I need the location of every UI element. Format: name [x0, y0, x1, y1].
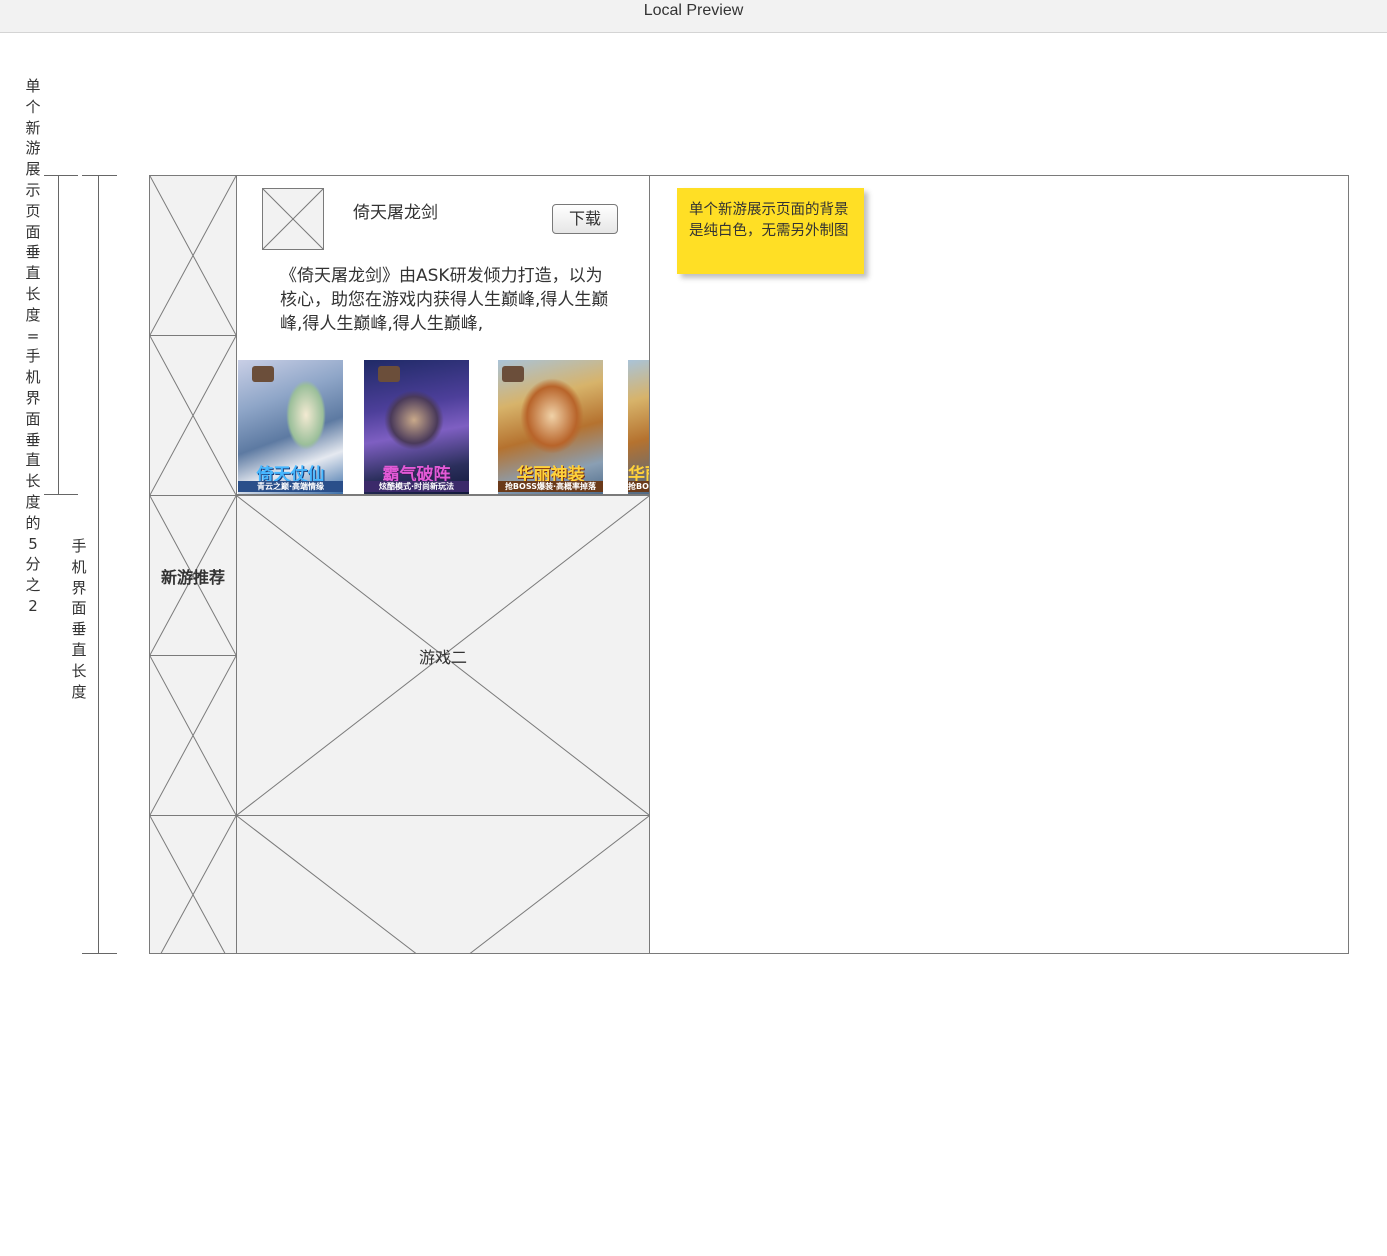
annotation-char: 机 — [25, 368, 41, 387]
annotation-char: 之 — [25, 576, 41, 595]
annotation-char: 度 — [25, 305, 41, 324]
annotation-char: 新 — [25, 118, 41, 137]
annotation-char: 面 — [25, 222, 41, 241]
side-image-placeholder — [149, 655, 237, 816]
annotation-char: 长 — [25, 284, 41, 303]
character-figure — [286, 380, 326, 450]
game-description: 《倚天屠龙剑》由ASK研发倾力打造，以为核心，助您在游戏内获得人生巅峰,得人生巅… — [280, 266, 609, 334]
annotation-char: 长 — [25, 472, 41, 491]
game-screenshot[interactable]: 霸气破阵 炫酷模式·时尚新玩法 — [364, 360, 469, 494]
logo-icon — [252, 366, 274, 382]
screenshot-subcaption: 抢BO — [628, 481, 649, 492]
game-title: 倚天屠龙剑 — [353, 203, 438, 223]
annotation-char: 垂 — [71, 620, 87, 639]
bracket-top-short — [44, 175, 78, 176]
annotation-char: 垂 — [25, 243, 41, 262]
bracket-vertical-long — [98, 175, 99, 953]
new-games-heading-placeholder: 新游推荐 — [149, 495, 237, 656]
annotation-char: 长 — [71, 661, 87, 680]
annotation-char: 面 — [71, 599, 87, 618]
game-card-label: 游戏二 — [418, 647, 467, 667]
side-image-placeholder — [149, 175, 237, 336]
bracket-bottom-short — [44, 494, 78, 495]
screenshot-subcaption: 抢BOSS爆装·高概率掉落 — [498, 481, 603, 492]
side-image-placeholder — [149, 815, 237, 954]
section-heading: 新游推荐 — [160, 567, 225, 587]
annotation-char: 分 — [25, 555, 41, 574]
annotation-char: 垂 — [25, 430, 41, 449]
annotation-char: 2 — [28, 596, 38, 615]
annotation-char: 面 — [25, 409, 41, 428]
annotation-char: 手 — [25, 347, 41, 366]
annotation-char: 直 — [25, 451, 41, 470]
bracket-top-long — [82, 175, 117, 176]
game-screenshot[interactable]: 华丽 抢BO — [628, 360, 649, 494]
annotation-char: 展 — [25, 160, 41, 179]
annotation-char: 界 — [71, 578, 87, 597]
download-button[interactable]: 下载 — [552, 204, 618, 234]
game-screenshot[interactable]: 倚天仗仙 青云之巅·高端情缘 — [238, 360, 343, 494]
side-image-placeholder — [149, 335, 237, 496]
annotation-char: 度 — [71, 682, 87, 701]
annotation-char: = — [26, 326, 40, 345]
game-card-placeholder[interactable]: 游戏二 — [236, 495, 650, 816]
bracket-vertical-short — [58, 175, 59, 494]
screenshot-subcaption: 炫酷模式·时尚新玩法 — [364, 481, 469, 492]
annotation-char: 单 — [25, 77, 41, 95]
game-card-placeholder[interactable] — [236, 815, 650, 954]
annotation-char: 页 — [25, 201, 41, 220]
game-screenshot[interactable]: 华丽神装 抢BOSS爆装·高概率掉落 — [498, 360, 603, 494]
annotation-char: 机 — [71, 557, 87, 576]
bracket-bottom-long — [82, 953, 117, 954]
annotation-char: 示 — [25, 180, 41, 199]
annotation-char: 界 — [25, 388, 41, 407]
annotation-char: 手 — [71, 537, 87, 555]
character-figure — [520, 378, 584, 454]
annotation-char: 的 — [25, 513, 41, 532]
annotation-single-page-height: 单个新游展示页面垂直长度 = 手机界面垂直长度的 5 分之 2 — [23, 76, 43, 617]
annotation-char: 度 — [25, 492, 41, 511]
sticky-note-text: 单个新游展示页面的背景是纯白色，无需另外制图 — [689, 202, 849, 239]
screenshot-subcaption: 青云之巅·高端情缘 — [238, 481, 343, 492]
game-detail-panel: 倚天屠龙剑 下载 《倚天屠龙剑》由ASK研发倾力打造，以为核心，助您在游戏内获得… — [236, 175, 650, 495]
game-icon-placeholder — [262, 188, 324, 250]
sticky-note: 单个新游展示页面的背景是纯白色，无需另外制图 — [677, 188, 864, 274]
annotation-char: 游 — [25, 139, 41, 158]
annotation-char: 5 — [28, 534, 38, 553]
window-title-bar: Local Preview — [0, 0, 1387, 33]
annotation-char: 个 — [25, 97, 41, 116]
window-title: Local Preview — [643, 2, 744, 19]
annotation-char: 直 — [25, 264, 41, 283]
logo-icon — [378, 366, 400, 382]
annotation-char: 直 — [71, 640, 87, 659]
annotation-phone-height: 手机界面垂直长度 — [69, 536, 89, 702]
character-figure — [384, 390, 444, 450]
